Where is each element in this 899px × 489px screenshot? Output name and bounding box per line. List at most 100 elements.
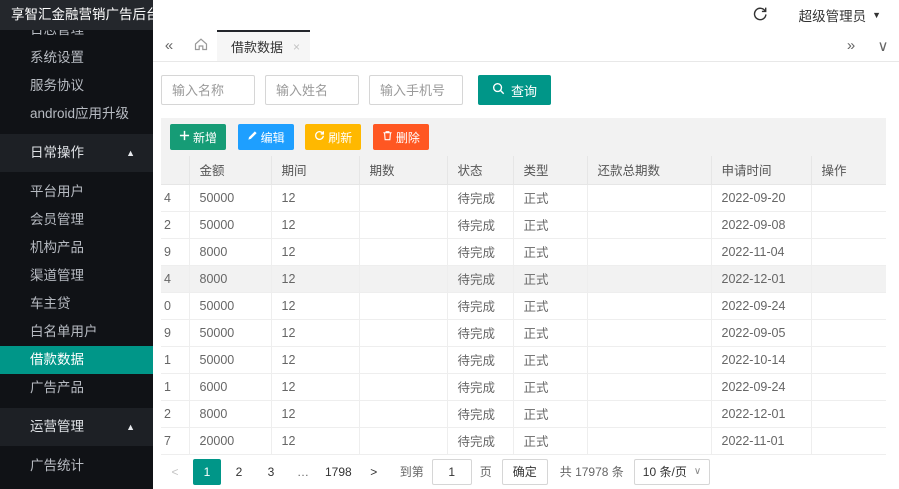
col-period: 期间 bbox=[271, 156, 359, 184]
sidebar-item-8[interactable]: 渠道管理 bbox=[0, 262, 153, 290]
pager-page-1798[interactable]: 1798 bbox=[321, 459, 356, 485]
cell-amount: 6000 bbox=[189, 373, 271, 400]
cell-ops bbox=[811, 184, 886, 211]
delete-button-label: 删除 bbox=[396, 129, 420, 146]
cell-status: 待完成 bbox=[447, 238, 513, 265]
table-row[interactable]: 25000012待完成正式2022-09-08 bbox=[161, 211, 886, 238]
cell-id_digit: 9 bbox=[161, 319, 189, 346]
pager-pages: 123…1798 bbox=[193, 459, 360, 485]
cell-ops bbox=[811, 319, 886, 346]
cell-periods bbox=[359, 427, 447, 454]
cell-status: 待完成 bbox=[447, 346, 513, 373]
pager-next-button[interactable]: > bbox=[360, 459, 388, 485]
cell-total bbox=[587, 346, 711, 373]
sidebar-item-6[interactable]: 会员管理 bbox=[0, 206, 153, 234]
close-icon[interactable]: × bbox=[293, 40, 300, 54]
double-chevron-left-icon: « bbox=[165, 37, 173, 54]
table-header-row: 金额 期间 期数 状态 类型 还款总期数 申请时间 操作 bbox=[161, 156, 886, 184]
cell-period: 12 bbox=[271, 319, 359, 346]
sidebar-section-4[interactable]: 日常操作▲ bbox=[0, 134, 153, 172]
pager-page-2[interactable]: 2 bbox=[225, 459, 253, 485]
tab-options-button[interactable]: ∨ bbox=[867, 30, 899, 61]
cell-id_digit: 2 bbox=[161, 400, 189, 427]
pager-prev-button[interactable]: < bbox=[161, 459, 189, 485]
cell-status: 待完成 bbox=[447, 211, 513, 238]
delete-button[interactable]: 删除 bbox=[373, 124, 429, 150]
collapse-sidebar-button[interactable]: « bbox=[153, 30, 185, 61]
col-periods: 期数 bbox=[359, 156, 447, 184]
table-row[interactable]: 2800012待完成正式2022-12-01 bbox=[161, 400, 886, 427]
cell-periods bbox=[359, 265, 447, 292]
cell-periods bbox=[359, 400, 447, 427]
edit-button[interactable]: 编辑 bbox=[238, 124, 294, 150]
query-button-label: 查询 bbox=[511, 81, 537, 100]
cell-period: 12 bbox=[271, 427, 359, 454]
table-row[interactable]: 15000012待完成正式2022-10-14 bbox=[161, 346, 886, 373]
cell-ops bbox=[811, 427, 886, 454]
query-button[interactable]: 查询 bbox=[478, 75, 551, 105]
table-row[interactable]: 4800012待完成正式2022-12-01 bbox=[161, 265, 886, 292]
sidebar-item-2[interactable]: 服务协议 bbox=[0, 72, 153, 100]
sidebar-item-label: 白名单用户 bbox=[30, 324, 98, 339]
tab-scroll-right-button[interactable]: » bbox=[835, 30, 867, 61]
sidebar-item-11[interactable]: 借款数据 bbox=[0, 346, 153, 374]
col-amount: 金额 bbox=[189, 156, 271, 184]
user-menu[interactable]: 超级管理员 ▼ bbox=[799, 5, 881, 25]
sidebar-item-10[interactable]: 白名单用户 bbox=[0, 318, 153, 346]
refresh-page-button[interactable] bbox=[747, 2, 773, 28]
cell-status: 待完成 bbox=[447, 400, 513, 427]
goto-page-input[interactable] bbox=[432, 459, 472, 485]
cell-status: 待完成 bbox=[447, 292, 513, 319]
cell-ops bbox=[811, 265, 886, 292]
pager-page-3[interactable]: 3 bbox=[257, 459, 285, 485]
cell-amount: 50000 bbox=[189, 292, 271, 319]
sidebar-menu: 日志管理系统设置服务协议android应用升级日常操作▲平台用户会员管理机构产品… bbox=[0, 16, 153, 480]
sidebar-item-9[interactable]: 车主贷 bbox=[0, 290, 153, 318]
sidebar-section-13[interactable]: 运营管理▲ bbox=[0, 408, 153, 446]
cell-type: 正式 bbox=[513, 292, 587, 319]
table-row[interactable]: 05000012待完成正式2022-09-24 bbox=[161, 292, 886, 319]
sidebar-item-12[interactable]: 广告产品 bbox=[0, 374, 153, 402]
table-row[interactable]: 95000012待完成正式2022-09-05 bbox=[161, 319, 886, 346]
cell-amount: 50000 bbox=[189, 184, 271, 211]
edit-button-label: 编辑 bbox=[261, 129, 285, 146]
cell-status: 待完成 bbox=[447, 319, 513, 346]
sidebar-item-3[interactable]: android应用升级 bbox=[0, 100, 153, 128]
home-tab-button[interactable] bbox=[185, 30, 217, 61]
add-button-label: 新增 bbox=[193, 129, 217, 146]
phone-input[interactable] bbox=[369, 75, 463, 105]
page-size-select[interactable]: 10 条/页 ∨ bbox=[634, 459, 710, 485]
name-input[interactable] bbox=[161, 75, 255, 105]
table-row[interactable]: 1600012待完成正式2022-09-24 bbox=[161, 373, 886, 400]
add-button[interactable]: 新增 bbox=[170, 124, 226, 150]
table-row[interactable]: 9800012待完成正式2022-11-04 bbox=[161, 238, 886, 265]
person-name-input[interactable] bbox=[265, 75, 359, 105]
sidebar-item-label: 系统设置 bbox=[30, 50, 84, 65]
pagination: < 123…1798 > 到第 页 确定 共 17978 条 10 条/页 ∨ bbox=[161, 459, 886, 485]
cell-periods bbox=[359, 238, 447, 265]
sidebar-item-7[interactable]: 机构产品 bbox=[0, 234, 153, 262]
col-status: 状态 bbox=[447, 156, 513, 184]
tab-loan-data[interactable]: 借款数据 × bbox=[217, 30, 310, 61]
sidebar: 享智汇金融营销广告后台 日志管理系统设置服务协议android应用升级日常操作▲… bbox=[0, 0, 153, 489]
trash-icon bbox=[382, 130, 396, 144]
table-row[interactable]: 72000012待完成正式2022-11-01 bbox=[161, 427, 886, 454]
cell-id_digit: 4 bbox=[161, 265, 189, 292]
user-name: 超级管理员 bbox=[799, 5, 867, 25]
confirm-button[interactable]: 确定 bbox=[502, 459, 548, 485]
cell-id_digit: 2 bbox=[161, 211, 189, 238]
refresh-table-button[interactable]: 刷新 bbox=[305, 124, 361, 150]
cell-type: 正式 bbox=[513, 184, 587, 211]
cell-period: 12 bbox=[271, 346, 359, 373]
sidebar-item-14[interactable]: 广告统计 bbox=[0, 452, 153, 480]
col-repay-total: 还款总期数 bbox=[587, 156, 711, 184]
sidebar-item-5[interactable]: 平台用户 bbox=[0, 178, 153, 206]
sidebar-item-label: 借款数据 bbox=[30, 352, 84, 367]
sidebar-item-1[interactable]: 系统设置 bbox=[0, 44, 153, 72]
top-bar: 超级管理员 ▼ bbox=[153, 0, 899, 30]
cell-total bbox=[587, 292, 711, 319]
cell-total bbox=[587, 184, 711, 211]
cell-total bbox=[587, 427, 711, 454]
pager-page-1[interactable]: 1 bbox=[193, 459, 221, 485]
table-row[interactable]: 45000012待完成正式2022-09-20 bbox=[161, 184, 886, 211]
